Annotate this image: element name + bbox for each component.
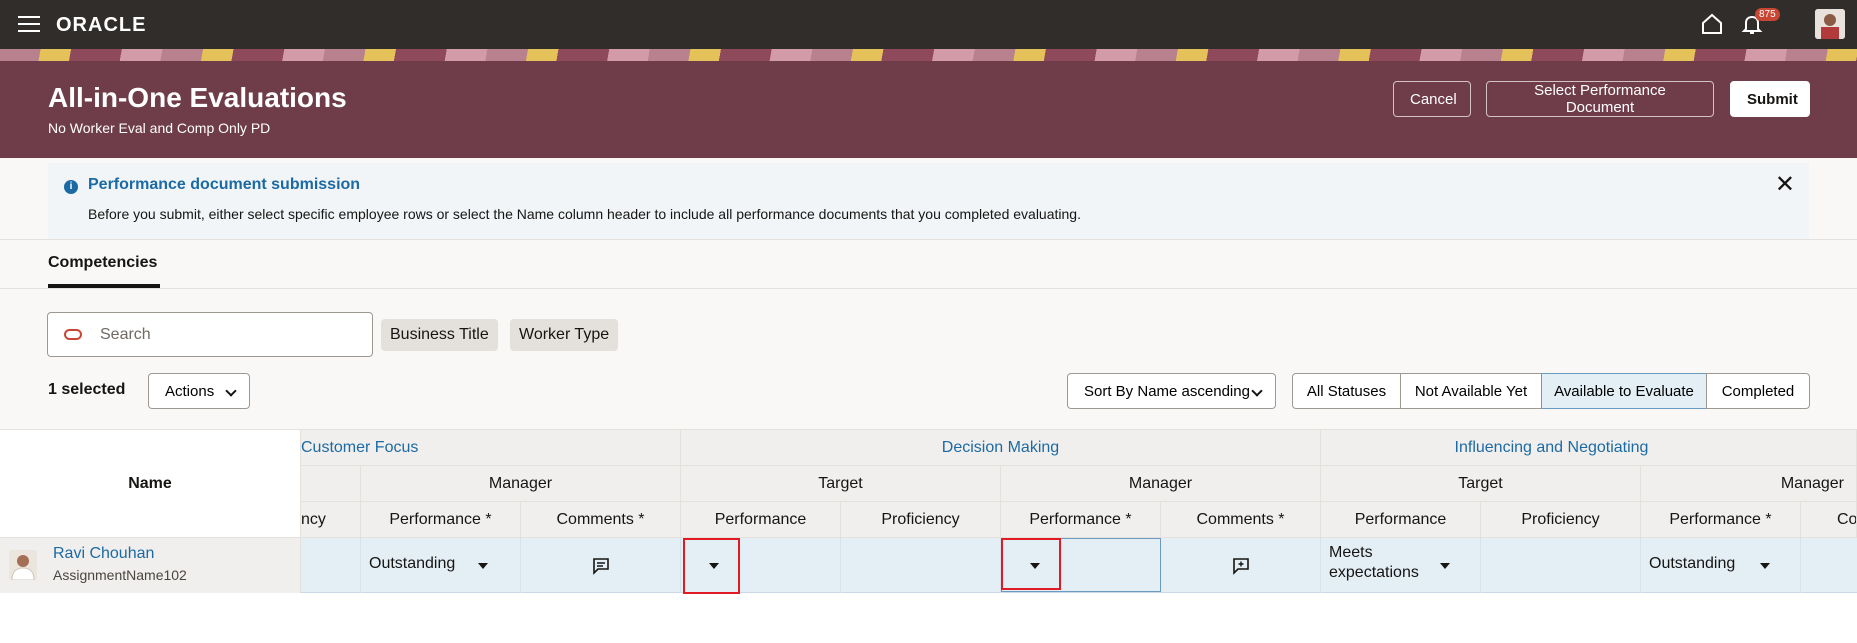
subgroup-header-manager: Manager: [1641, 466, 1857, 502]
tab-competencies[interactable]: Competencies: [48, 254, 157, 272]
worker-type-filter-chip[interactable]: Worker Type: [510, 319, 619, 351]
group-header-influencing-and-negotiating: Influencing and Negotiating: [1321, 430, 1857, 466]
name-column-header[interactable]: Name: [0, 430, 301, 538]
menu-icon[interactable]: [18, 16, 40, 32]
evaluations-table: Customer Focus Decision Making Influenci…: [0, 429, 1857, 643]
info-message: i Performance document submission Before…: [48, 163, 1809, 239]
selected-count: 1 selected: [48, 381, 126, 398]
select-value: Outstanding: [1649, 555, 1736, 572]
page-subtitle: No Worker Eval and Comp Only PD: [48, 120, 271, 136]
group-header-decision-making: Decision Making: [681, 430, 1321, 466]
status-not-available-yet[interactable]: Not Available Yet: [1400, 373, 1542, 409]
info-icon: i: [64, 180, 78, 194]
home-icon[interactable]: [1700, 12, 1724, 36]
actions-menu-button[interactable]: Actions: [148, 373, 250, 409]
user-avatar[interactable]: [1815, 9, 1845, 39]
sort-by-select[interactable]: Sort By Name ascending: [1067, 373, 1276, 409]
sort-prefix: Sort By: [1084, 382, 1134, 400]
notification-badge: 875: [1755, 8, 1780, 21]
select-value-line2: expectations: [1329, 564, 1419, 581]
message-title: Performance document submission: [88, 176, 361, 193]
column-header-comments[interactable]: Comments *: [1161, 502, 1321, 538]
column-header-proficiency[interactable]: Proficiency: [841, 502, 1001, 538]
close-icon[interactable]: ✕: [1775, 173, 1795, 197]
global-header: ORACLE 875: [0, 0, 1857, 49]
subgroup-header-manager: Manager: [1001, 466, 1321, 502]
subgroup-header-manager: Manager: [361, 466, 681, 502]
message-body: Before you submit, either select specifi…: [88, 206, 1081, 222]
divider: [0, 288, 1857, 289]
column-header-performance[interactable]: Performance: [681, 502, 841, 538]
status-completed[interactable]: Completed: [1706, 373, 1810, 409]
cf-manager-comments-cell: [521, 538, 681, 593]
status-all-statuses[interactable]: All Statuses: [1292, 373, 1401, 409]
column-header-comments-partial[interactable]: Co: [1801, 502, 1857, 538]
chevron-down-icon: [225, 385, 237, 397]
column-header-performance[interactable]: Performance *: [1641, 502, 1801, 538]
select-value-line1: Meets: [1329, 544, 1373, 561]
select-value: Outstanding: [369, 555, 456, 572]
banner-decoration: [0, 49, 1857, 61]
search-field[interactable]: [47, 312, 373, 357]
employee-avatar: [9, 550, 37, 580]
dropdown-caret-icon: [1760, 563, 1770, 569]
highlight-box: [1001, 538, 1061, 590]
status-available-to-evaluate[interactable]: Available to Evaluate: [1541, 373, 1707, 409]
group-header-customer-focus: Customer Focus: [301, 430, 681, 466]
dm-manager-comments-cell: [1161, 538, 1321, 593]
in-target-performance-select[interactable]: Meets expectations: [1321, 538, 1481, 593]
cf-proficiency-cell: [301, 538, 361, 593]
subgroup-header-target: Target: [1321, 466, 1641, 502]
in-manager-comments-cell: [1801, 538, 1857, 593]
employee-name-link[interactable]: Ravi Chouhan: [53, 545, 154, 563]
search-input[interactable]: [100, 323, 360, 347]
select-performance-document-button[interactable]: Select Performance Document: [1486, 81, 1714, 117]
in-target-proficiency-cell: [1481, 538, 1641, 593]
user-avatar-icon: [1815, 9, 1845, 39]
dm-target-proficiency-cell: [841, 538, 1001, 593]
chevron-down-icon: [1251, 385, 1263, 397]
column-header-performance[interactable]: Performance *: [1001, 502, 1161, 538]
employee-assignment: AssignmentName102: [53, 567, 187, 583]
in-manager-performance-select[interactable]: Outstanding: [1641, 538, 1801, 593]
actions-label: Actions: [165, 382, 215, 400]
page-title: All-in-One Evaluations: [48, 82, 347, 113]
column-header-proficiency-partial[interactable]: ncy: [301, 502, 361, 538]
divider: [0, 239, 1857, 240]
subgroup-header-blank: [301, 466, 361, 502]
add-comment-icon[interactable]: [1232, 557, 1250, 575]
business-title-filter-chip[interactable]: Business Title: [381, 319, 498, 351]
dropdown-caret-icon: [1440, 563, 1450, 569]
sort-value: Name ascending: [1137, 382, 1250, 400]
comments-icon[interactable]: [592, 557, 610, 575]
cf-manager-performance-select[interactable]: Outstanding: [361, 538, 521, 593]
page-banner: All-in-One Evaluations No Worker Eval an…: [0, 49, 1857, 158]
submit-button[interactable]: Submit: [1730, 81, 1810, 117]
column-header-comments[interactable]: Comments *: [521, 502, 681, 538]
column-header-performance[interactable]: Performance *: [361, 502, 521, 538]
dropdown-caret-icon: [478, 563, 488, 569]
name-cell: Ravi Chouhan AssignmentName102: [0, 538, 301, 593]
column-header-performance[interactable]: Performance: [1321, 502, 1481, 538]
employee-avatar-icon: [9, 550, 37, 580]
column-header-proficiency[interactable]: Proficiency: [1481, 502, 1641, 538]
cancel-button[interactable]: Cancel: [1393, 81, 1471, 117]
search-icon: [64, 329, 82, 340]
highlight-box: [683, 538, 740, 594]
oracle-logo: ORACLE: [56, 14, 147, 36]
subgroup-header-target: Target: [681, 466, 1001, 502]
